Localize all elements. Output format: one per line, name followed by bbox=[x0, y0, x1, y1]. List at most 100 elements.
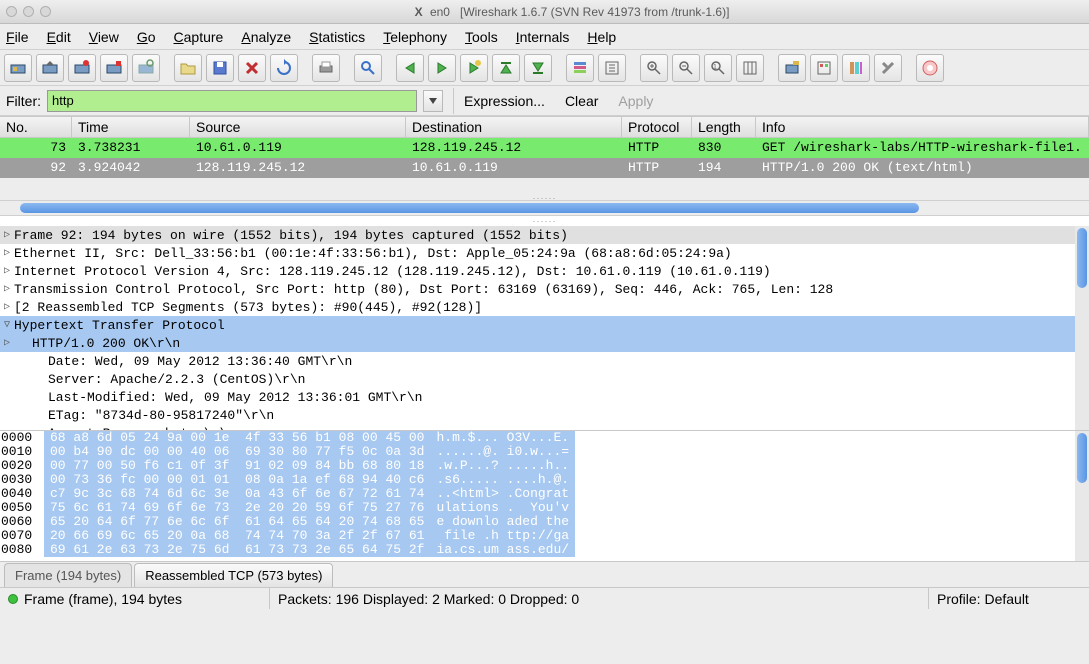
goto-last-button[interactable] bbox=[524, 54, 552, 82]
detail-row[interactable]: ▷HTTP/1.0 200 OK\r\n bbox=[0, 334, 1089, 352]
coloring-rules-button[interactable] bbox=[842, 54, 870, 82]
scrollbar-thumb[interactable] bbox=[20, 203, 919, 213]
start-capture-button[interactable] bbox=[68, 54, 96, 82]
menu-file[interactable]: File bbox=[6, 29, 29, 45]
interfaces-button[interactable] bbox=[4, 54, 32, 82]
disclosure-triangle-icon[interactable]: ▷ bbox=[0, 283, 14, 295]
minimize-window-button[interactable] bbox=[23, 6, 34, 17]
detail-text: Frame 92: 194 bytes on wire (1552 bits),… bbox=[14, 228, 568, 243]
details-vscrollbar[interactable] bbox=[1075, 226, 1089, 430]
hex-row[interactable]: 0040c7 9c 3c 68 74 6d 6c 3e 0a 43 6f 6e … bbox=[0, 487, 1089, 501]
menu-statistics[interactable]: Statistics bbox=[309, 29, 365, 45]
apply-button[interactable]: Apply bbox=[618, 93, 653, 109]
auto-scroll-button[interactable] bbox=[598, 54, 626, 82]
packet-row[interactable]: 923.924042128.119.245.1210.61.0.119HTTP1… bbox=[0, 158, 1089, 178]
resize-columns-button[interactable] bbox=[736, 54, 764, 82]
save-file-button[interactable] bbox=[206, 54, 234, 82]
packet-row[interactable]: 733.73823110.61.0.119128.119.245.12HTTP8… bbox=[0, 138, 1089, 158]
disclosure-triangle-icon[interactable]: ▷ bbox=[0, 301, 14, 313]
status-middle: Packets: 196 Displayed: 2 Marked: 0 Drop… bbox=[270, 588, 929, 609]
menu-internals[interactable]: Internals bbox=[516, 29, 570, 45]
open-file-button[interactable] bbox=[174, 54, 202, 82]
detail-row[interactable]: ETag: "8734d-80-95817240"\r\n bbox=[0, 406, 1089, 424]
hex-row[interactable]: 005075 6c 61 74 69 6f 6e 73 2e 20 20 59 … bbox=[0, 501, 1089, 515]
tab-frame[interactable]: Frame (194 bytes) bbox=[4, 563, 132, 587]
hex-row[interactable]: 007020 66 69 6c 65 20 0a 68 74 74 70 3a … bbox=[0, 529, 1089, 543]
disclosure-triangle-icon[interactable]: ▷ bbox=[0, 337, 14, 349]
detail-row[interactable]: ▷Internet Protocol Version 4, Src: 128.1… bbox=[0, 262, 1089, 280]
close-window-button[interactable] bbox=[6, 6, 17, 17]
detail-row[interactable]: Accept-Ranges: bytes\r\n bbox=[0, 424, 1089, 431]
disclosure-triangle-icon[interactable]: ▽ bbox=[0, 319, 14, 331]
detail-row[interactable]: ▷Ethernet II, Src: Dell_33:56:b1 (00:1e:… bbox=[0, 244, 1089, 262]
go-forward-button[interactable] bbox=[428, 54, 456, 82]
filter-input[interactable] bbox=[47, 90, 417, 112]
hex-row[interactable]: 000068 a8 6d 05 24 9a 00 1e 4f 33 56 b1 … bbox=[0, 431, 1089, 445]
hex-row[interactable]: 002000 77 00 50 f6 c1 0f 3f 91 02 09 84 … bbox=[0, 459, 1089, 473]
hex-row[interactable]: 001000 b4 90 dc 00 00 40 06 69 30 80 77 … bbox=[0, 445, 1089, 459]
hex-row[interactable]: 008069 61 2e 63 73 2e 75 6d 61 73 73 2e … bbox=[0, 543, 1089, 557]
menu-analyze[interactable]: Analyze bbox=[241, 29, 291, 45]
cell: 3.738231 bbox=[72, 138, 190, 158]
menu-view[interactable]: View bbox=[89, 29, 119, 45]
clear-button[interactable]: Clear bbox=[565, 93, 598, 109]
expression-button[interactable]: Expression... bbox=[464, 93, 545, 109]
column-info[interactable]: Info bbox=[756, 117, 1089, 137]
detail-row[interactable]: Last-Modified: Wed, 09 May 2012 13:36:01… bbox=[0, 388, 1089, 406]
find-packet-button[interactable] bbox=[354, 54, 382, 82]
column-length[interactable]: Length bbox=[692, 117, 756, 137]
go-back-button[interactable] bbox=[396, 54, 424, 82]
detail-row[interactable]: ▽Hypertext Transfer Protocol bbox=[0, 316, 1089, 334]
packet-details-pane[interactable]: ······▷Frame 92: 194 bytes on wire (1552… bbox=[0, 216, 1089, 431]
colorize-button[interactable] bbox=[566, 54, 594, 82]
zoom-in-button[interactable] bbox=[640, 54, 668, 82]
display-filters-button[interactable] bbox=[810, 54, 838, 82]
detail-row[interactable]: Date: Wed, 09 May 2012 13:36:40 GMT\r\n bbox=[0, 352, 1089, 370]
column-no[interactable]: No. bbox=[0, 117, 72, 137]
menu-telephony[interactable]: Telephony bbox=[383, 29, 447, 45]
options-button[interactable] bbox=[36, 54, 64, 82]
hex-row[interactable]: 006065 20 64 6f 77 6e 6c 6f 61 64 65 64 … bbox=[0, 515, 1089, 529]
goto-packet-button[interactable] bbox=[460, 54, 488, 82]
preferences-button[interactable] bbox=[874, 54, 902, 82]
menu-go[interactable]: Go bbox=[137, 29, 156, 45]
scrollbar-thumb[interactable] bbox=[1077, 228, 1087, 288]
detail-row[interactable]: ▷Frame 92: 194 bytes on wire (1552 bits)… bbox=[0, 226, 1089, 244]
column-destination[interactable]: Destination bbox=[406, 117, 622, 137]
stop-capture-button[interactable] bbox=[100, 54, 128, 82]
reload-button[interactable] bbox=[270, 54, 298, 82]
detail-row[interactable]: Server: Apache/2.2.3 (CentOS)\r\n bbox=[0, 370, 1089, 388]
menu-capture[interactable]: Capture bbox=[174, 29, 224, 45]
help-button[interactable] bbox=[916, 54, 944, 82]
detail-row[interactable]: ▷Transmission Control Protocol, Src Port… bbox=[0, 280, 1089, 298]
disclosure-triangle-icon[interactable]: ▷ bbox=[0, 265, 14, 277]
hex-row[interactable]: 003000 73 36 fc 00 00 01 01 08 0a 1a ef … bbox=[0, 473, 1089, 487]
capture-filters-button[interactable] bbox=[778, 54, 806, 82]
zoom-out-button[interactable] bbox=[672, 54, 700, 82]
zoom-window-button[interactable] bbox=[40, 6, 51, 17]
column-protocol[interactable]: Protocol bbox=[622, 117, 692, 137]
close-file-button[interactable] bbox=[238, 54, 266, 82]
packet-list-hscrollbar[interactable]: ······ bbox=[0, 200, 1089, 216]
menu-edit[interactable]: Edit bbox=[47, 29, 71, 45]
menu-help[interactable]: Help bbox=[587, 29, 616, 45]
disclosure-triangle-icon[interactable]: ▷ bbox=[0, 229, 14, 241]
zoom-reset-button[interactable]: 1 bbox=[704, 54, 732, 82]
restart-capture-button[interactable] bbox=[132, 54, 160, 82]
packet-list[interactable]: 733.73823110.61.0.119128.119.245.12HTTP8… bbox=[0, 138, 1089, 178]
print-button[interactable] bbox=[312, 54, 340, 82]
scrollbar-thumb[interactable] bbox=[1077, 433, 1087, 483]
tab-reassembled-tcp[interactable]: Reassembled TCP (573 bytes) bbox=[134, 563, 333, 587]
hex-vscrollbar[interactable] bbox=[1075, 431, 1089, 561]
filter-dropdown-button[interactable] bbox=[423, 90, 443, 112]
packet-bytes-pane[interactable]: 000068 a8 6d 05 24 9a 00 1e 4f 33 56 b1 … bbox=[0, 431, 1089, 561]
goto-first-button[interactable] bbox=[492, 54, 520, 82]
expert-info-light-icon[interactable] bbox=[8, 594, 18, 604]
hex-ascii: ......@. i0.w...= bbox=[430, 445, 575, 459]
column-time[interactable]: Time bbox=[72, 117, 190, 137]
disclosure-triangle-icon[interactable]: ▷ bbox=[0, 247, 14, 259]
menu-tools[interactable]: Tools bbox=[465, 29, 498, 45]
column-source[interactable]: Source bbox=[190, 117, 406, 137]
detail-row[interactable]: ▷[2 Reassembled TCP Segments (573 bytes)… bbox=[0, 298, 1089, 316]
window-title: X en0 [Wireshark 1.6.7 (SVN Rev 41973 fr… bbox=[61, 5, 1083, 19]
